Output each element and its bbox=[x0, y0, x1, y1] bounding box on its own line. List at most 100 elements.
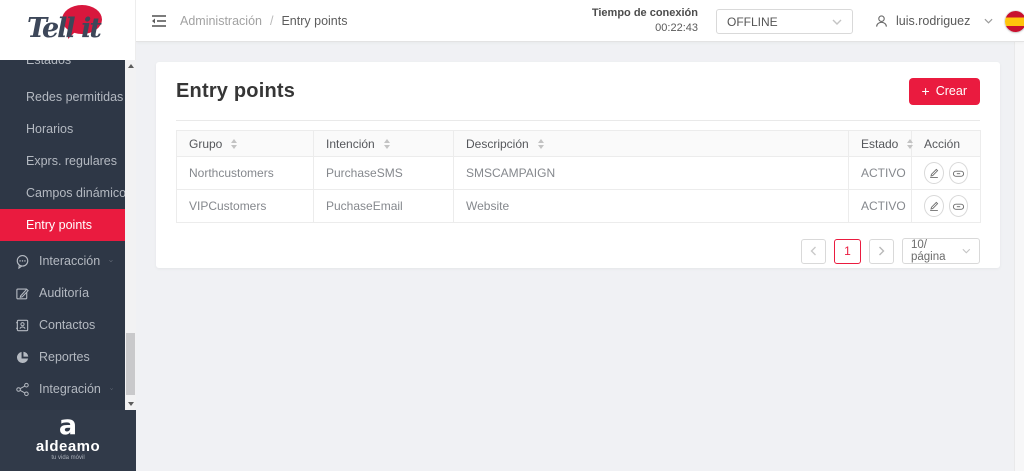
scroll-down-arrow[interactable] bbox=[125, 398, 136, 410]
scrollbar-thumb[interactable] bbox=[126, 333, 135, 395]
sidebar-item-label: Redes permitidas bbox=[26, 90, 124, 104]
connection-time-block: Tiempo de conexión 00:22:43 bbox=[592, 6, 698, 36]
user-icon bbox=[876, 14, 887, 27]
aldeamo-tagline: tu vida móvil bbox=[51, 455, 85, 461]
column-header-descripcion[interactable]: Descripción bbox=[453, 130, 849, 157]
column-label: Grupo bbox=[189, 136, 223, 151]
status-select-value: OFFLINE bbox=[727, 14, 778, 29]
create-button-label: Crear bbox=[935, 84, 967, 98]
status-select[interactable]: OFFLINE bbox=[716, 9, 853, 34]
cell-descripcion: SMSCAMPAIGN bbox=[453, 156, 849, 190]
cell-accion bbox=[911, 189, 981, 223]
edit-button[interactable] bbox=[924, 195, 944, 217]
create-button[interactable]: + Crear bbox=[908, 77, 980, 105]
prev-page-button[interactable] bbox=[801, 238, 826, 264]
sort-icon bbox=[383, 138, 390, 149]
sidebar-item-label: Integración bbox=[39, 382, 101, 396]
sidebar-item-label: Reportes bbox=[39, 350, 90, 364]
sidebar: Estados Redes permitidas Horarios Exprs.… bbox=[0, 60, 136, 410]
column-label: Descripción bbox=[466, 136, 529, 151]
sidebar-item-campos-dinamicos[interactable]: Campos dinámicos bbox=[0, 177, 132, 209]
link-button[interactable] bbox=[948, 162, 968, 184]
table-row: VIPCustomers PuchaseEmail Website ACTIVO bbox=[176, 189, 981, 223]
connection-time-value: 00:22:43 bbox=[655, 22, 698, 34]
main-content: Entry points + Crear Grupo Intención Des… bbox=[136, 42, 1024, 471]
cell-descripcion: Website bbox=[453, 189, 849, 223]
sort-icon bbox=[907, 138, 914, 149]
menu-fold-icon[interactable] bbox=[150, 12, 168, 30]
sidebar-footer-logo: a aldeamo tu vida móvil bbox=[0, 410, 136, 471]
sidebar-item-estados[interactable]: Estados bbox=[0, 60, 125, 81]
brand-name: Tell it bbox=[27, 13, 102, 44]
sidebar-item-label: Exprs. regulares bbox=[26, 154, 118, 168]
sidebar-item-label: Auditoría bbox=[39, 286, 90, 300]
brand-logo: Tell it bbox=[0, 0, 136, 60]
table-row: Northcustomers PurchaseSMS SMSCAMPAIGN A… bbox=[176, 156, 981, 190]
cell-intencion: PurchaseSMS bbox=[313, 156, 454, 190]
entry-points-card: Entry points + Crear Grupo Intención Des… bbox=[156, 62, 1000, 268]
scroll-up-arrow[interactable] bbox=[125, 60, 136, 72]
link-icon bbox=[952, 203, 964, 210]
chevron-down-icon bbox=[109, 260, 113, 263]
column-header-grupo[interactable]: Grupo bbox=[176, 130, 314, 157]
sidebar-item-label: Contactos bbox=[39, 318, 96, 332]
sidebar-item-label: Estados bbox=[26, 60, 72, 67]
sidebar-item-redes-permitidas[interactable]: Redes permitidas bbox=[0, 81, 125, 113]
edit-button[interactable] bbox=[924, 162, 944, 184]
spain-flag-icon[interactable] bbox=[1005, 10, 1024, 32]
top-header: Administración / Entry points Tiempo de … bbox=[136, 0, 1024, 42]
breadcrumb: Administración / Entry points bbox=[180, 0, 347, 42]
user-menu[interactable]: luis.rodriguez bbox=[874, 0, 1024, 42]
column-header-accion: Acción bbox=[911, 130, 981, 157]
sort-icon bbox=[231, 138, 238, 149]
column-header-estado[interactable]: Estado bbox=[848, 130, 914, 157]
sidebar-item-label: Horarios bbox=[26, 122, 74, 136]
sidebar-scrollbar[interactable] bbox=[125, 60, 136, 410]
sidebar-item-exprs-regulares[interactable]: Exprs. regulares bbox=[0, 145, 125, 177]
column-label: Estado bbox=[861, 136, 899, 151]
title-divider bbox=[176, 120, 980, 121]
sidebar-item-auditoria[interactable]: Auditoría bbox=[0, 277, 125, 309]
sidebar-item-integracion[interactable]: Integración bbox=[0, 373, 125, 405]
cell-intencion: PuchaseEmail bbox=[313, 189, 454, 223]
edit-icon bbox=[929, 201, 938, 211]
chevron-down-icon bbox=[110, 388, 113, 390]
connection-time-label: Tiempo de conexión bbox=[591, 7, 698, 19]
chat-icon bbox=[16, 254, 29, 269]
page-size-value: 10/ página bbox=[911, 239, 946, 263]
app-root: Tell it Administración / Entry points Ti… bbox=[0, 0, 1024, 471]
cell-grupo: Northcustomers bbox=[176, 156, 314, 190]
column-label: Intención bbox=[326, 136, 375, 151]
breadcrumb-separator: / bbox=[269, 14, 274, 28]
chevron-down-icon bbox=[832, 19, 842, 25]
breadcrumb-section[interactable]: Administración bbox=[180, 14, 262, 28]
column-header-intencion[interactable]: Intención bbox=[313, 130, 454, 157]
link-button[interactable] bbox=[948, 195, 968, 217]
chevron-down-icon bbox=[984, 18, 993, 24]
sidebar-item-reportes[interactable]: Reportes bbox=[0, 341, 125, 373]
sidebar-item-entry-points[interactable]: Entry points bbox=[0, 209, 125, 241]
page-size-select[interactable]: 10/ página bbox=[902, 238, 980, 264]
breadcrumb-current: Entry points bbox=[281, 14, 348, 28]
cell-estado: ACTIVO bbox=[848, 189, 912, 223]
sidebar-item-contactos[interactable]: Contactos bbox=[0, 309, 125, 341]
aldeamo-glyph-icon: a bbox=[58, 410, 78, 441]
audit-icon bbox=[16, 287, 29, 299]
pagination: 1 10/ página bbox=[176, 238, 980, 264]
sidebar-item-interaccion[interactable]: Interacción bbox=[0, 245, 125, 277]
sort-icon bbox=[537, 138, 544, 149]
chevron-right-icon bbox=[879, 246, 885, 256]
next-page-button[interactable] bbox=[869, 238, 894, 264]
aldeamo-name: aldeamo bbox=[35, 438, 101, 455]
chevron-left-icon bbox=[810, 246, 816, 256]
sidebar-item-horarios[interactable]: Horarios bbox=[0, 113, 125, 145]
cell-estado: ACTIVO bbox=[848, 156, 912, 190]
page-number-button[interactable]: 1 bbox=[834, 238, 861, 264]
edit-icon bbox=[929, 168, 938, 178]
pie-chart-icon bbox=[16, 351, 29, 363]
sidebar-item-label: Entry points bbox=[26, 218, 93, 232]
plus-icon: + bbox=[921, 83, 930, 99]
page-scrollbar[interactable] bbox=[1014, 42, 1024, 471]
sidebar-item-label: Interacción bbox=[39, 254, 101, 268]
entry-points-table: Grupo Intención Descripción Estado Acció… bbox=[176, 130, 981, 223]
